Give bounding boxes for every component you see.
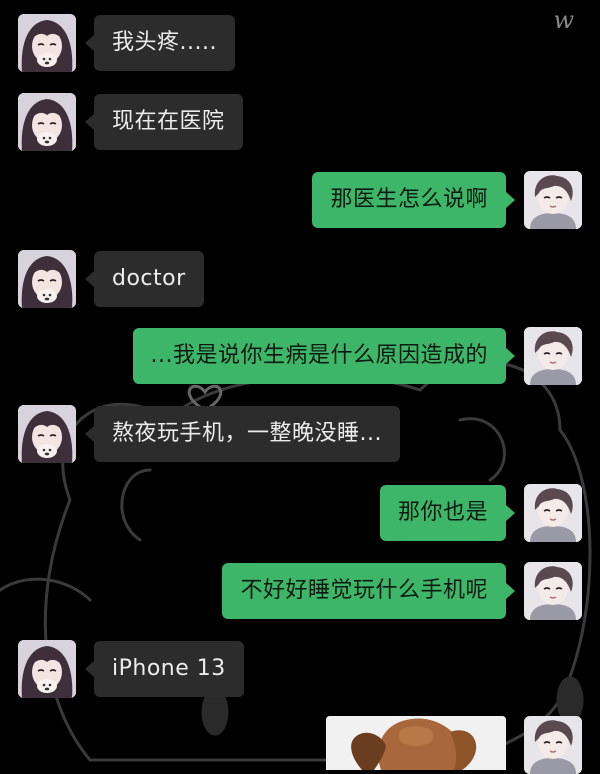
message-bubble[interactable]: 现在在医院 <box>85 94 243 150</box>
dog-photo-icon <box>326 716 506 770</box>
message-bubble[interactable]: 我头疼..... <box>85 15 235 71</box>
boy-avatar-icon[interactable] <box>524 327 582 385</box>
message-bubble[interactable]: 不好好睡觉玩什么手机呢 <box>222 563 515 619</box>
watermark-logo: w <box>553 6 574 34</box>
message-incoming: iPhone 13 <box>18 640 244 698</box>
message-incoming: 熬夜玩手机，一整晚没睡... <box>18 405 400 463</box>
chat-thread: 我头疼..... 现在在医院 那医生怎么说啊 doctor ...我是说你生病是… <box>0 0 600 774</box>
girl-avatar-icon[interactable] <box>18 405 76 463</box>
message-bubble[interactable]: ...我是说你生病是什么原因造成的 <box>132 328 516 384</box>
message-outgoing <box>524 716 582 774</box>
boy-avatar-icon[interactable] <box>524 171 582 229</box>
message-outgoing: 那你也是 <box>379 484 582 542</box>
message-outgoing: 不好好睡觉玩什么手机呢 <box>222 562 582 620</box>
message-bubble[interactable]: 那你也是 <box>379 485 516 541</box>
boy-avatar-icon[interactable] <box>524 562 582 620</box>
message-outgoing: 那医生怎么说啊 <box>312 171 582 229</box>
girl-avatar-icon[interactable] <box>18 250 76 308</box>
message-incoming: 我头疼..... <box>18 14 235 72</box>
message-bubble[interactable]: doctor <box>85 251 204 307</box>
boy-avatar-icon[interactable] <box>524 484 582 542</box>
message-bubble[interactable]: 熬夜玩手机，一整晚没睡... <box>85 406 400 462</box>
message-bubble[interactable]: iPhone 13 <box>85 641 244 697</box>
message-bubble[interactable]: 那医生怎么说啊 <box>312 172 515 228</box>
message-incoming: 现在在医院 <box>18 93 243 151</box>
message-incoming: doctor <box>18 250 204 308</box>
message-outgoing: ...我是说你生病是什么原因造成的 <box>132 327 582 385</box>
image-message[interactable] <box>326 716 506 770</box>
girl-avatar-icon[interactable] <box>18 14 76 72</box>
girl-avatar-icon[interactable] <box>18 93 76 151</box>
girl-avatar-icon[interactable] <box>18 640 76 698</box>
boy-avatar-icon[interactable] <box>524 716 582 774</box>
